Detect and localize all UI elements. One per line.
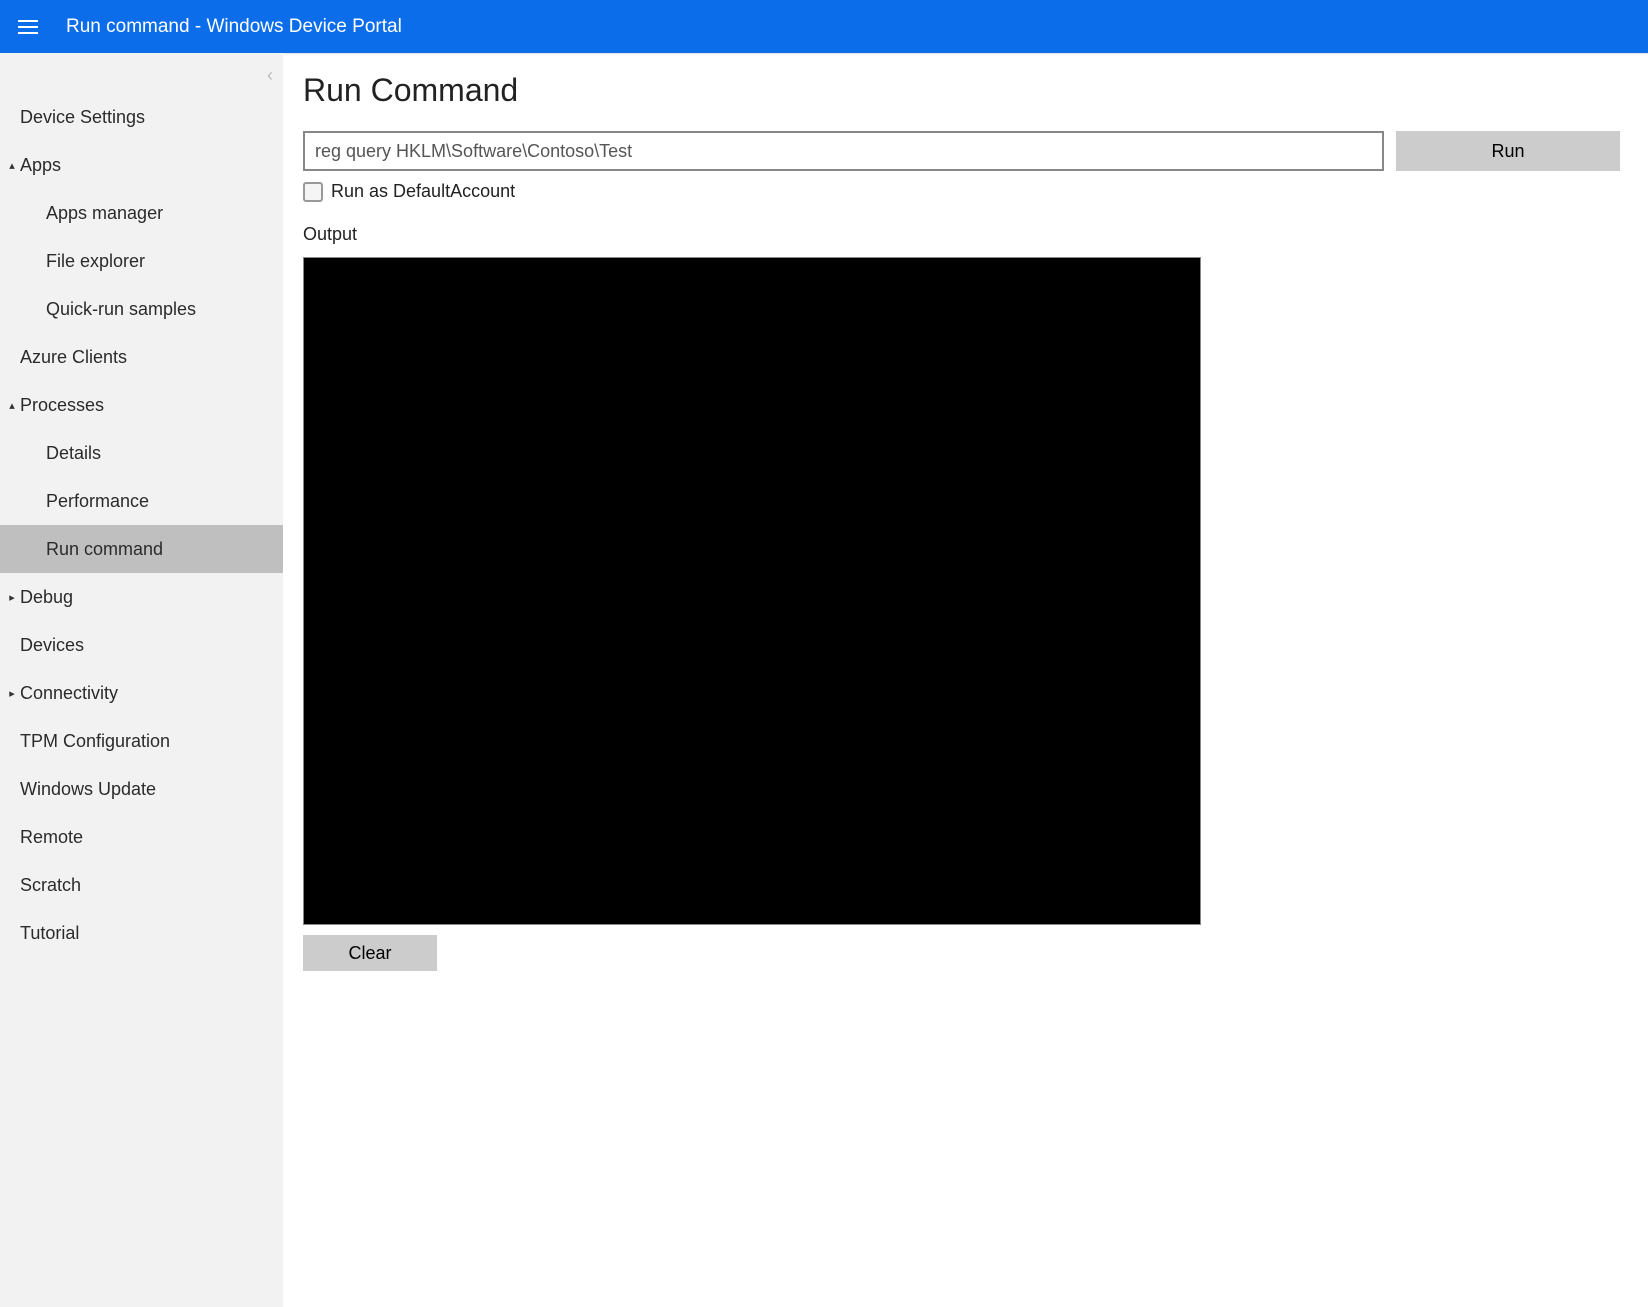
sidebar-item-details[interactable]: Details (0, 429, 283, 477)
sidebar-item-label: Scratch (20, 875, 81, 896)
output-console[interactable] (303, 257, 1201, 925)
sidebar-item-label: Quick-run samples (46, 299, 196, 320)
sidebar-item-quick-run-samples[interactable]: Quick-run samples (0, 285, 283, 333)
output-label: Output (303, 224, 1620, 245)
sidebar-item-tpm-configuration[interactable]: TPM Configuration (0, 717, 283, 765)
sidebar-item-processes[interactable]: ▴Processes (0, 381, 283, 429)
page-title: Run Command (303, 72, 1620, 109)
sidebar-item-performance[interactable]: Performance (0, 477, 283, 525)
app-header: Run command - Windows Device Portal (0, 0, 1648, 53)
sidebar-item-remote[interactable]: Remote (0, 813, 283, 861)
sidebar-item-label: Remote (20, 827, 83, 848)
sidebar: ‹ Device Settings▴AppsApps managerFile e… (0, 53, 283, 1307)
sidebar-item-tutorial[interactable]: Tutorial (0, 909, 283, 957)
sidebar-item-label: Debug (20, 587, 73, 608)
caret-up-icon: ▴ (6, 159, 18, 172)
sidebar-item-label: Tutorial (20, 923, 79, 944)
header-title: Run command - Windows Device Portal (66, 16, 402, 38)
sidebar-item-label: Apps (20, 155, 61, 176)
sidebar-item-label: Azure Clients (20, 347, 127, 368)
sidebar-item-label: Devices (20, 635, 84, 656)
sidebar-item-devices[interactable]: Devices (0, 621, 283, 669)
sidebar-item-run-command[interactable]: Run command (0, 525, 283, 573)
clear-button[interactable]: Clear (303, 935, 437, 971)
sidebar-item-label: Connectivity (20, 683, 118, 704)
sidebar-item-label: Processes (20, 395, 104, 416)
run-as-default-label: Run as DefaultAccount (331, 181, 515, 202)
sidebar-item-windows-update[interactable]: Windows Update (0, 765, 283, 813)
run-button[interactable]: Run (1396, 131, 1620, 171)
command-input[interactable] (303, 131, 1384, 171)
sidebar-item-apps[interactable]: ▴Apps (0, 141, 283, 189)
run-as-default-checkbox[interactable] (303, 182, 323, 202)
sidebar-item-label: Details (46, 443, 101, 464)
sidebar-item-scratch[interactable]: Scratch (0, 861, 283, 909)
sidebar-item-connectivity[interactable]: ▸Connectivity (0, 669, 283, 717)
caret-up-icon: ▴ (6, 399, 18, 412)
main-content: Run Command Run Run as DefaultAccount Ou… (283, 53, 1648, 1307)
caret-right-icon: ▸ (6, 591, 18, 604)
menu-icon[interactable] (18, 20, 38, 34)
sidebar-item-label: Apps manager (46, 203, 163, 224)
sidebar-item-label: Windows Update (20, 779, 156, 800)
collapse-sidebar-icon[interactable]: ‹ (267, 65, 273, 86)
sidebar-item-label: File explorer (46, 251, 145, 272)
sidebar-item-file-explorer[interactable]: File explorer (0, 237, 283, 285)
sidebar-item-apps-manager[interactable]: Apps manager (0, 189, 283, 237)
sidebar-item-label: Device Settings (20, 107, 145, 128)
sidebar-item-debug[interactable]: ▸Debug (0, 573, 283, 621)
sidebar-item-label: Run command (46, 539, 163, 560)
sidebar-item-azure-clients[interactable]: Azure Clients (0, 333, 283, 381)
sidebar-item-device-settings[interactable]: Device Settings (0, 93, 283, 141)
sidebar-item-label: Performance (46, 491, 149, 512)
caret-right-icon: ▸ (6, 687, 18, 700)
sidebar-item-label: TPM Configuration (20, 731, 170, 752)
